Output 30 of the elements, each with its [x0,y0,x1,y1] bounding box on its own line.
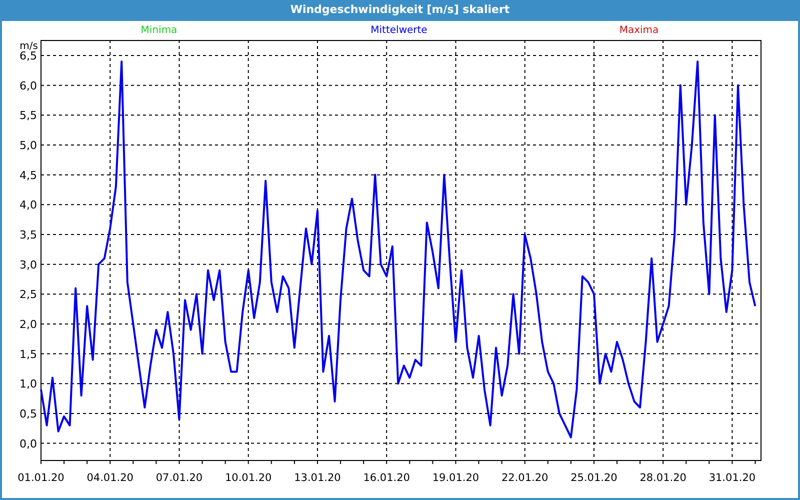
window-title: Windgeschwindigkeit [m/s] skaliert [289,2,511,18]
y-tick-label: 5,5 [20,109,37,122]
x-tick-label: 25.01.20 [570,472,618,484]
x-tick-label: 31.01.20 [708,472,756,484]
y-tick-label: 2,5 [20,288,37,302]
y-tick-label: 1,5 [20,348,37,361]
legend-label: Mittelwerte [370,24,428,38]
y-axis-unit: m/s [20,41,38,52]
y-tick-label: 4,5 [20,168,37,182]
y-tick-label: 3,5 [20,228,37,242]
y-tick-label: 1,0 [20,378,37,391]
x-tick-label: 16.01.20 [363,472,410,484]
y-tick-label: 0,5 [20,407,37,420]
y-tick-label: 3,0 [20,258,37,272]
y-tick-label: 0,0 [20,437,37,450]
y-tick-label: 5,0 [20,139,37,152]
x-tick-label: 01.01.20 [18,472,64,484]
legend-label: Minima [140,24,178,38]
x-tick-label: 22.01.20 [501,472,548,484]
y-tick-label: 4,0 [20,198,37,212]
x-tick-label: 10.01.20 [224,472,272,484]
x-tick-label: 13.01.20 [294,472,341,484]
x-tick-label: 04.01.20 [86,472,134,484]
x-tick-label: 28.01.20 [640,472,686,484]
y-tick-label: 6,0 [20,79,37,92]
x-tick-label: 19.01.20 [432,472,480,484]
y-tick-label: 2,0 [20,318,37,331]
x-tick-label: 07.01.20 [156,472,203,484]
legend-label: Maxima [619,24,659,38]
y-tick-label: 6,5 [20,50,37,62]
